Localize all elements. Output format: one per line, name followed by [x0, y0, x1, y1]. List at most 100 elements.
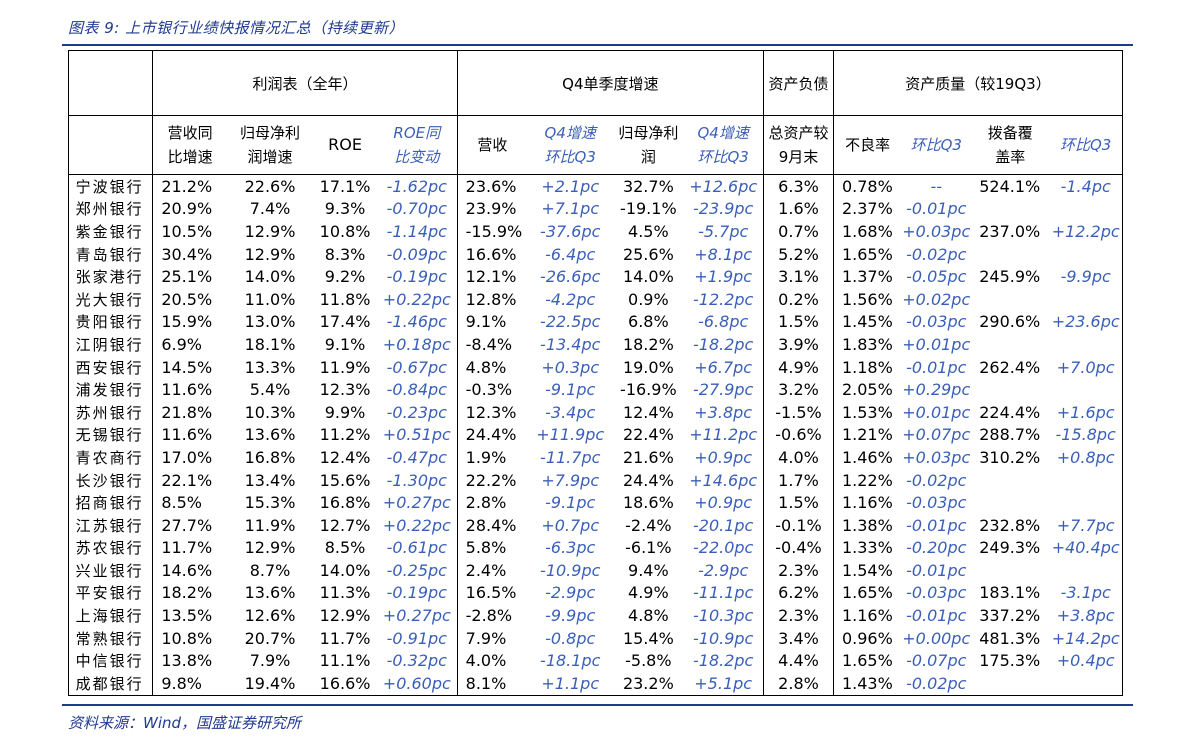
table-cell: 11.3%: [319, 583, 371, 603]
table-cell: -0.25pc: [376, 559, 458, 582]
table-cell: 11.7%: [319, 628, 371, 648]
corner-cell: [67, 50, 153, 116]
table-cell: -0.07pc: [906, 651, 967, 671]
table-cell: 10.5%: [152, 220, 227, 243]
table-cell: 262.4%: [979, 357, 1041, 377]
table-cell: -18.2pc: [683, 333, 765, 356]
table-cell: +11.2pc: [683, 423, 765, 447]
table-cell: 5.8%: [456, 536, 528, 560]
table-cell: 12.8%: [456, 287, 528, 311]
table-cell: -2.9pc: [683, 559, 765, 582]
table-cell: [971, 469, 1049, 492]
table-cell: -11.7pc: [540, 447, 601, 467]
bank-column-header: [67, 115, 153, 175]
bank-name: 张家港行: [67, 265, 153, 288]
table-cell: +7.7pc: [1049, 513, 1124, 537]
table-cell: -0.02pc: [901, 672, 972, 696]
table-cell: 12.7%: [319, 515, 371, 535]
table-cell: +0.00pc: [902, 628, 971, 648]
table-cell: +0.51pc: [376, 423, 458, 447]
table-cell: -0.01pc: [906, 606, 967, 626]
table-cell: -6.3pc: [545, 538, 596, 558]
table-cell: 10.8%: [319, 221, 371, 241]
table-cell: -15.9%: [456, 220, 528, 243]
table-cell: +0.27pc: [376, 491, 458, 514]
table-cell: 249.3%: [979, 538, 1041, 558]
bank-name: 光大银行: [67, 287, 153, 311]
table-cell: -3.1pc: [1049, 581, 1124, 605]
bank-name: 苏州银行: [67, 400, 153, 424]
table-cell: 10.8%: [152, 626, 227, 650]
table-cell: 22.4%: [622, 425, 674, 445]
table-row: 紫金银行 10.5% 12.9% 10.8% -1.14pc -15.9% -37.6pc 4…: [67, 220, 1124, 243]
table-cell: +0.03pc: [902, 221, 971, 241]
table-cell: 1.18%: [832, 355, 902, 379]
table-cell: -0.23pc: [376, 400, 458, 424]
table-cell: 1.65%: [832, 581, 902, 605]
table-cell: -1.46pc: [376, 310, 458, 334]
table-cell: -1.14pc: [376, 220, 458, 243]
col-roe-yoy: ROE同 比变动: [376, 115, 458, 175]
table-cell: 1.5%: [763, 310, 834, 334]
table-cell: 2.8%: [456, 491, 528, 514]
table-row: 成都银行 9.8% 19.4% 16.6% +0.60pc 8.1% +1.1pc 23.2%…: [67, 672, 1124, 696]
table-cell: 1.21%: [832, 423, 902, 447]
table-cell: -37.6pc: [540, 221, 601, 241]
table-cell: -0.20pc: [906, 538, 967, 558]
table-cell: +0.22pc: [376, 513, 458, 537]
group-header-row: 利润表（全年） Q4单季度增速 资产负债 资产质量（较19Q3）: [67, 50, 1124, 116]
table-cell: +0.9pc: [683, 446, 765, 469]
table-cell: 1.45%: [832, 310, 902, 334]
table-row: 贵阳银行 15.9% 13.0% 17.4% -1.46pc 9.1% -22.5pc 6.8…: [67, 310, 1124, 334]
table-cell: 17.4%: [319, 312, 371, 332]
table-cell: 8.5%: [152, 491, 227, 514]
table-cell: 11.6%: [152, 378, 227, 401]
table-cell: -8.4%: [456, 333, 528, 356]
table-cell: 290.6%: [979, 312, 1041, 332]
table-cell: 17.0%: [152, 446, 227, 469]
table-cell: +1.1pc: [527, 672, 614, 696]
table-cell: 1.16%: [832, 491, 902, 514]
table-cell: -10.9pc: [540, 560, 601, 580]
table-cell: -0.03pc: [906, 583, 967, 603]
table-cell: 16.8%: [319, 493, 371, 513]
table-cell: [971, 559, 1049, 582]
col-assets: 总资产较 9月末: [763, 115, 834, 175]
table-cell: -22.0pc: [683, 536, 765, 560]
table-cell: -0.8pc: [545, 628, 596, 648]
table-row: 浦发银行 11.6% 5.4% 12.3% -0.84pc -0.3% -9.1pc -16.…: [67, 378, 1124, 401]
table-cell: 3.9%: [763, 333, 834, 356]
table-cell: -0.02pc: [906, 470, 967, 490]
table-cell: -27.9pc: [683, 378, 765, 401]
table-cell: 1.38%: [832, 513, 902, 537]
table-cell: 23.6%: [456, 174, 528, 198]
table-cell: 0.9%: [628, 289, 669, 309]
table-cell: [971, 333, 1049, 356]
table-cell: -2.8%: [456, 604, 528, 627]
table-cell: 337.2%: [979, 606, 1041, 626]
table-cell: 1.37%: [832, 265, 902, 288]
top-rule: [62, 44, 1133, 46]
column-header-row: 营收同 比增速 归母净利 润增速 ROE ROE同 比变动 营收 Q4增速 环比Q3 归…: [67, 115, 1124, 175]
table-cell: 11.0%: [244, 289, 296, 309]
bank-name: 招商银行: [67, 491, 153, 514]
table-cell: -1.62pc: [376, 174, 458, 198]
table-cell: 2.8%: [763, 672, 834, 696]
table-cell: 17.1%: [319, 176, 371, 196]
table-cell: 245.9%: [979, 267, 1041, 287]
table-cell: 25.1%: [152, 265, 227, 288]
table-cell: -0.47pc: [376, 446, 458, 469]
table-cell: 5.4%: [249, 380, 291, 400]
table-cell: 13.0%: [244, 312, 296, 332]
table-cell: +1.6pc: [1049, 400, 1124, 424]
table-cell: +7.9pc: [541, 470, 600, 490]
table-cell: +0.01pc: [902, 402, 971, 422]
table-cell: 8.5%: [324, 538, 366, 558]
bank-name: 长沙银行: [67, 468, 153, 492]
table-cell: [971, 243, 1049, 266]
table-cell: +23.6pc: [1049, 310, 1124, 334]
table-cell: 9.1%: [324, 334, 366, 354]
table-cell: -10.9pc: [683, 626, 765, 650]
table-cell: 13.6%: [244, 583, 296, 603]
table-cell: +0.07pc: [902, 425, 971, 445]
